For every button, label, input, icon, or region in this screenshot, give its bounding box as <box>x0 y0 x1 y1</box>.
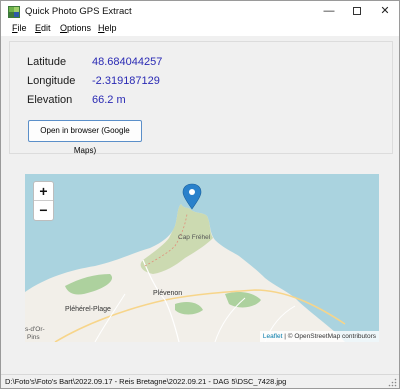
menu-file[interactable]: File <box>12 23 27 33</box>
zoom-control: + − <box>33 181 54 221</box>
elevation-label: Elevation <box>27 94 73 106</box>
window-title: Quick Photo GPS Extract <box>25 6 132 17</box>
menu-options[interactable]: Options <box>60 23 91 33</box>
latitude-label: Latitude <box>27 56 67 68</box>
latitude-value: 48.684044257 <box>92 56 163 68</box>
title-bar[interactable]: Quick Photo GPS Extract — ✕ <box>1 1 399 22</box>
zoom-in-button[interactable]: + <box>34 182 53 201</box>
menu-edit[interactable]: Edit <box>35 23 51 33</box>
file-path-status: D:\Foto's\Foto's Bart\2022.09.17 - Reis … <box>5 377 287 386</box>
status-bar: D:\Foto's\Foto's Bart\2022.09.17 - Reis … <box>1 374 399 388</box>
minimize-button[interactable]: — <box>315 1 343 22</box>
map-tiles <box>25 174 379 342</box>
maximize-icon <box>353 7 361 16</box>
resize-grip-icon[interactable] <box>388 378 397 387</box>
map-label-pins: Pins <box>27 334 40 341</box>
osm-link[interactable]: OpenStreetMap contributors <box>294 333 376 340</box>
close-button[interactable]: ✕ <box>371 1 399 22</box>
minimize-icon: — <box>323 5 335 17</box>
map-label-plevenon: Plévenon <box>153 290 183 297</box>
leaflet-link[interactable]: Leaflet <box>263 333 283 340</box>
elevation-value: 66.2 m <box>92 94 126 106</box>
app-globe-icon <box>8 6 20 18</box>
longitude-value: -2.319187129 <box>92 75 160 87</box>
map-label-pleherel: Pléhérel-Plage <box>65 306 111 313</box>
zoom-out-button[interactable]: − <box>34 201 53 220</box>
menu-bar: File Edit Options Help <box>1 22 399 36</box>
close-icon: ✕ <box>380 5 390 17</box>
map-view[interactable]: Cap Fréhel Plévenon Pléhérel-Plage s-d'O… <box>25 174 379 342</box>
app-window: Quick Photo GPS Extract — ✕ File Edit Op… <box>0 0 400 389</box>
map-attribution: Leaflet | © OpenStreetMap contributors <box>259 331 379 342</box>
open-in-browser-button[interactable]: Open in browser (Google Maps) <box>28 120 142 155</box>
longitude-label: Longitude <box>27 75 76 87</box>
map-label-cap: Cap Fréhel <box>178 234 211 241</box>
gps-info-panel: Latitude 48.684044257 Longitude -2.31918… <box>9 41 393 155</box>
menu-help[interactable]: Help <box>98 23 117 33</box>
map-label-dor: s-d'Or- <box>25 326 45 333</box>
maximize-button[interactable] <box>343 1 371 22</box>
